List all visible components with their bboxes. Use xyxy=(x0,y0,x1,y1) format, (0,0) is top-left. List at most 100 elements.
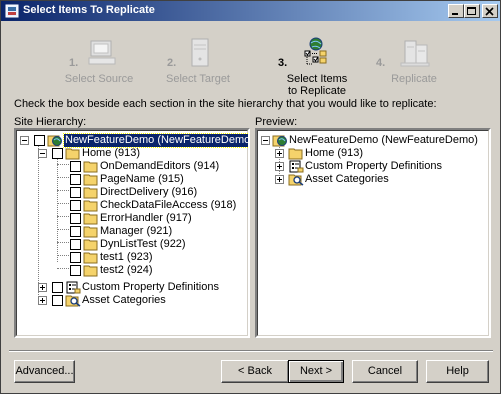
tree-label-page: test1 (923) xyxy=(100,251,153,263)
tree-label-page: test2 (924) xyxy=(100,264,153,276)
step-4-label: Replicate xyxy=(391,73,437,85)
computer-icon xyxy=(88,40,116,65)
preview-tree[interactable]: NewFeatureDemo (NewFeatureDemo) Home (91… xyxy=(255,128,491,338)
step-1-label: Select Source xyxy=(64,73,134,85)
preview-label-custom-properties: Custom Property Definitions xyxy=(305,160,442,172)
tree-label-page: CheckDataFileAccess (918) xyxy=(100,199,237,211)
checkbox-page[interactable] xyxy=(70,239,81,250)
replicate-servers-icon xyxy=(400,40,430,67)
site-icon xyxy=(47,135,62,147)
checkbox-page[interactable] xyxy=(70,265,81,276)
site-hierarchy-tree-inner: NewFeatureDemo (NewFeatureDemo) Home (91… xyxy=(16,130,248,336)
checkbox-page[interactable] xyxy=(70,226,81,237)
expand-toggle[interactable] xyxy=(38,296,47,305)
tree-label-page: DynListTest (922) xyxy=(100,238,186,250)
tree-node-page[interactable]: ErrorHandler (917) xyxy=(17,212,247,225)
checkbox-page[interactable] xyxy=(70,174,81,185)
preview-node-asset-categories[interactable]: Asset Categories xyxy=(258,173,488,186)
step-3-label-line2: to Replicate xyxy=(287,85,347,97)
app-icon xyxy=(5,4,19,18)
preview-node-custom-properties[interactable]: Custom Property Definitions xyxy=(258,160,488,173)
collapse-toggle[interactable] xyxy=(20,136,29,145)
title-bar[interactable]: Select Items To Replicate xyxy=(1,1,500,21)
expand-toggle[interactable] xyxy=(275,175,284,184)
checkbox-page[interactable] xyxy=(70,200,81,211)
preview-node-root[interactable]: NewFeatureDemo (NewFeatureDemo) xyxy=(258,134,488,147)
tree-node-root[interactable]: NewFeatureDemo (NewFeatureDemo) xyxy=(17,133,248,148)
asset-categories-icon xyxy=(288,174,304,186)
server-icon xyxy=(191,38,209,67)
folder-icon xyxy=(83,226,98,238)
tree-node-page[interactable]: DynListTest (922) xyxy=(17,238,247,251)
folder-icon xyxy=(65,148,80,160)
site-icon xyxy=(272,135,287,147)
tree-node-page[interactable]: test2 (924) xyxy=(17,264,247,277)
tree-label-page: ErrorHandler (917) xyxy=(100,212,192,224)
tree-node-page[interactable]: Manager (921) xyxy=(17,225,247,238)
checkbox-home[interactable] xyxy=(52,148,63,159)
close-icon xyxy=(485,7,494,16)
step-4-number: 4. xyxy=(376,57,386,69)
preview-label: Preview: xyxy=(255,116,298,128)
tree-label-page: OnDemandEditors (914) xyxy=(100,160,220,172)
folder-icon xyxy=(83,200,98,212)
step-1-number: 1. xyxy=(69,57,79,69)
wizard-window: Select Items To Replicate 1. Select Sour… xyxy=(0,0,501,394)
preview-label-root: NewFeatureDemo (NewFeatureDemo) xyxy=(289,134,478,146)
folder-icon xyxy=(83,187,98,199)
step-2-label: Select Target xyxy=(165,73,230,85)
instructions-text: Check the box beside each section in the… xyxy=(14,98,437,110)
back-button[interactable]: < Back xyxy=(221,360,289,383)
preview-label-home: Home (913) xyxy=(305,147,364,159)
expand-toggle[interactable] xyxy=(275,149,284,158)
checkbox-asset-categories[interactable] xyxy=(52,295,63,306)
collapse-toggle[interactable] xyxy=(261,136,270,145)
step-3-number: 3. xyxy=(278,57,288,69)
preview-tree-inner: NewFeatureDemo (NewFeatureDemo) Home (91… xyxy=(257,130,489,336)
minimize-icon xyxy=(452,13,458,15)
tree-label-root: NewFeatureDemo (NewFeatureDemo) xyxy=(63,133,248,148)
folder-icon xyxy=(83,161,98,173)
tree-node-home[interactable]: Home (913) xyxy=(17,147,247,160)
properties-icon xyxy=(289,160,304,173)
tree-node-custom-properties[interactable]: Custom Property Definitions xyxy=(17,281,247,294)
folder-icon xyxy=(83,252,98,264)
tree-label-asset-categories: Asset Categories xyxy=(82,294,166,306)
checkbox-page[interactable] xyxy=(70,252,81,263)
checkbox-page[interactable] xyxy=(70,187,81,198)
properties-icon xyxy=(66,281,81,294)
minimize-button[interactable] xyxy=(448,4,464,18)
step-2-number: 2. xyxy=(167,57,177,69)
next-button[interactable]: Next > xyxy=(288,360,344,383)
site-hierarchy-tree[interactable]: NewFeatureDemo (NewFeatureDemo) Home (91… xyxy=(14,128,250,338)
tree-node-asset-categories[interactable]: Asset Categories xyxy=(17,294,247,307)
tree-label-page: DirectDelivery (916) xyxy=(100,186,198,198)
checkbox-page[interactable] xyxy=(70,213,81,224)
checkbox-custom-properties[interactable] xyxy=(52,282,63,293)
site-hierarchy-label: Site Hierarchy: xyxy=(14,116,87,128)
tree-label-custom-properties: Custom Property Definitions xyxy=(82,281,219,293)
cancel-button[interactable]: Cancel xyxy=(352,360,418,383)
folder-icon xyxy=(288,148,303,160)
advanced-button[interactable]: Advanced... xyxy=(14,360,75,383)
tree-node-page[interactable]: CheckDataFileAccess (918) xyxy=(17,199,247,212)
folder-icon xyxy=(83,213,98,225)
tree-label-page: Manager (921) xyxy=(100,225,173,237)
collapse-toggle[interactable] xyxy=(38,149,47,158)
folder-icon xyxy=(83,239,98,251)
expand-toggle[interactable] xyxy=(38,283,47,292)
help-button[interactable]: Help xyxy=(426,360,489,383)
expand-toggle[interactable] xyxy=(275,162,284,171)
tree-node-page[interactable]: PageName (915) xyxy=(17,173,247,186)
maximize-button[interactable] xyxy=(464,4,480,18)
preview-node-home[interactable]: Home (913) xyxy=(258,147,488,160)
maximize-icon xyxy=(467,7,476,15)
checkbox-page[interactable] xyxy=(70,161,81,172)
tree-node-page[interactable]: test1 (923) xyxy=(17,251,247,264)
button-separator xyxy=(9,350,493,352)
checkbox-root[interactable] xyxy=(34,135,45,146)
tree-node-page[interactable]: OnDemandEditors (914) xyxy=(17,160,247,173)
folder-icon xyxy=(83,265,98,277)
tree-node-page[interactable]: DirectDelivery (916) xyxy=(17,186,247,199)
close-button[interactable] xyxy=(482,4,498,18)
